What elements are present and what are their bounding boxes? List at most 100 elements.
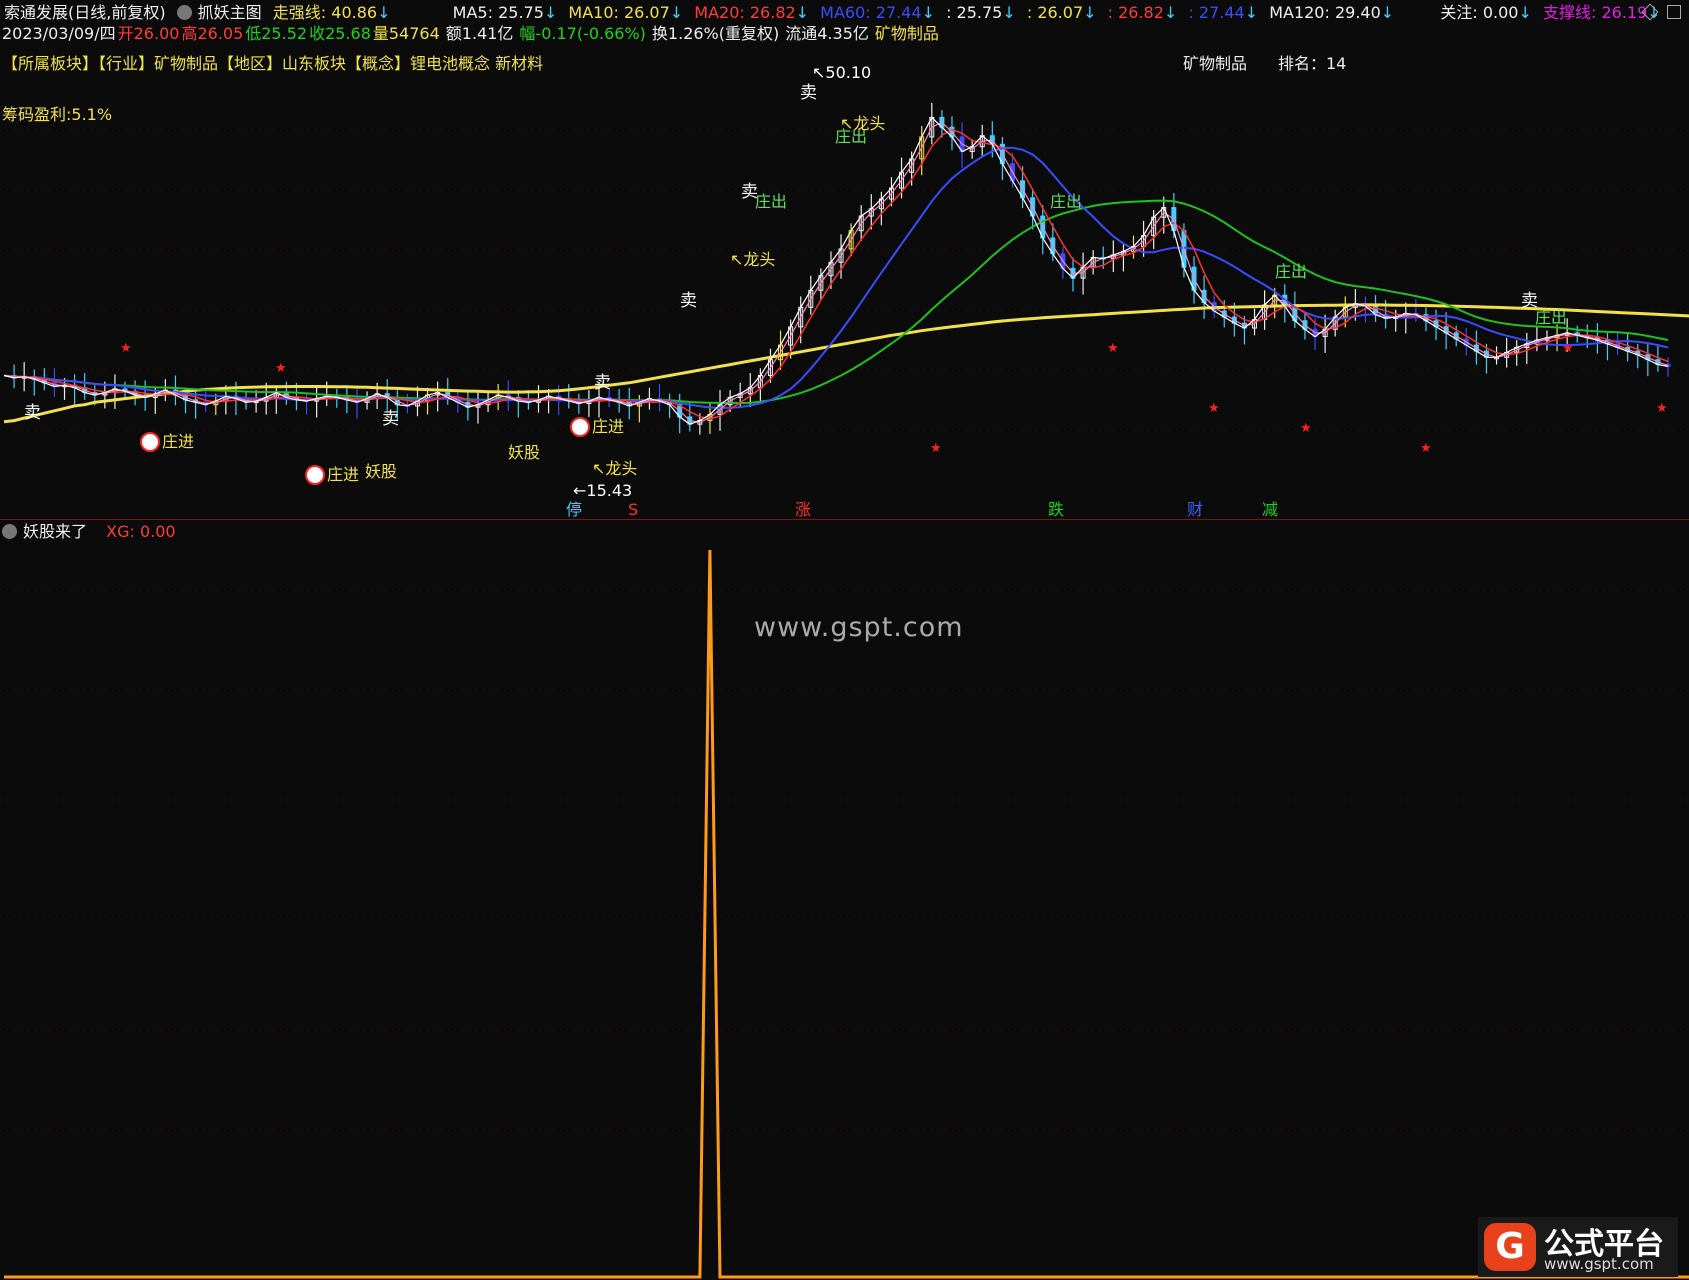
brand-logo: G 公式平台 www.gspt.com	[1478, 1217, 1678, 1277]
sub-panel-icon[interactable]	[2, 524, 17, 539]
candle-body	[364, 398, 370, 403]
candle-body	[193, 399, 199, 403]
dragon-head-label: ↖龙头	[592, 459, 637, 478]
candle-body	[1141, 235, 1147, 247]
logo-icon: G	[1484, 1223, 1536, 1271]
candle-body	[495, 394, 501, 401]
quote-volume: 量54764	[372, 24, 440, 43]
candle-body	[1100, 256, 1106, 260]
candle-body	[1171, 207, 1177, 232]
candle-body	[687, 416, 693, 425]
candle-body	[475, 404, 481, 408]
candle-body	[162, 389, 168, 395]
candle-body	[1574, 332, 1580, 336]
candle-body	[868, 208, 874, 217]
candle-body	[1393, 316, 1399, 320]
candle-body	[707, 413, 713, 422]
candle-body	[92, 392, 98, 396]
dealer-in-label: 庄进	[327, 465, 359, 484]
candle-body	[1030, 197, 1036, 217]
candle-body	[616, 399, 622, 403]
candle-body	[1524, 343, 1530, 349]
bottom-marker: 财	[1187, 500, 1203, 519]
dropdown-icon[interactable]	[176, 5, 192, 20]
candle-body	[293, 396, 299, 401]
candle-body	[667, 400, 673, 406]
candle-body	[183, 394, 189, 401]
candle-body	[767, 359, 773, 377]
candle-body	[62, 384, 68, 388]
value-4: : 27.44↓	[1188, 3, 1259, 22]
bottom-marker: S	[628, 500, 638, 519]
watermark: www.gspt.com	[754, 612, 964, 643]
candle-body	[1312, 328, 1318, 338]
star-marker: ★	[120, 341, 132, 356]
candle-body	[1110, 254, 1116, 260]
candle-body	[1262, 304, 1268, 321]
candle-body	[778, 344, 784, 361]
sell-label: 卖	[1521, 291, 1538, 311]
dealer-in-icon	[140, 432, 160, 452]
candle-body	[1040, 215, 1046, 239]
candle-body	[757, 375, 763, 389]
candle-body	[939, 116, 945, 128]
sell-label: 卖	[800, 83, 817, 103]
window-icon[interactable]	[1667, 5, 1681, 19]
candle-body	[949, 126, 955, 138]
candle-body	[253, 400, 259, 404]
candle-body	[1322, 328, 1328, 338]
candle-body	[1252, 319, 1258, 329]
candle-body	[445, 392, 451, 398]
candle-body	[1635, 350, 1641, 356]
candle-body	[888, 187, 894, 200]
candle-body	[425, 394, 431, 402]
candle-body	[1050, 237, 1056, 255]
candle-body	[1473, 344, 1479, 352]
dealer-out-label: 庄出	[835, 127, 867, 146]
candle-body	[1221, 310, 1227, 318]
star-marker: ★	[1208, 401, 1220, 416]
candle-body	[1423, 314, 1429, 322]
candle-body	[798, 306, 804, 328]
candle-body	[132, 390, 138, 396]
candle-body	[233, 395, 239, 400]
candle-body	[21, 376, 27, 379]
candle-body	[818, 275, 824, 291]
quote-turnover: 换1.26%(重复权)	[651, 24, 780, 43]
dragon-head-label: ↖龙头	[840, 114, 885, 133]
sell-label: 卖	[594, 373, 611, 393]
candle-body	[828, 261, 834, 277]
candle-body	[344, 396, 350, 401]
candle-body	[636, 401, 642, 407]
candle-body	[11, 375, 17, 379]
candle-body	[1241, 322, 1247, 329]
candle-body	[1403, 312, 1409, 318]
focus-value: 关注: 0.00↓	[1440, 3, 1532, 22]
candle-body	[455, 396, 461, 403]
star-marker: ★	[1656, 401, 1668, 416]
candle-body	[1292, 305, 1298, 322]
candle-body	[576, 400, 582, 405]
candle-body	[1120, 250, 1126, 256]
rank-label: 排名：14	[1278, 54, 1347, 73]
candle-body	[324, 395, 330, 400]
sub-panel-name[interactable]: 妖股来了	[23, 520, 87, 544]
star-marker: ★	[1562, 341, 1574, 356]
high-price-label: ↖50.10	[812, 63, 871, 82]
candle-body	[414, 400, 420, 407]
candle-body	[1625, 347, 1631, 352]
candle-body	[203, 401, 209, 406]
candle-body	[1373, 305, 1379, 316]
candle-body	[1504, 351, 1510, 358]
candle-body	[273, 392, 279, 398]
header-line-2: 2023/03/09/四 开26.00 高26.05 低25.52 收25.68 量547…	[2, 22, 945, 46]
candle-body	[1383, 314, 1389, 319]
candle-body	[788, 326, 794, 346]
value-1: : 25.75↓	[946, 3, 1016, 22]
candle-body	[1191, 266, 1197, 291]
candle-body	[334, 395, 340, 399]
candle-body	[374, 393, 380, 400]
quote-change: 幅-0.17(-0.66%)	[519, 24, 646, 43]
candle-body	[525, 400, 531, 404]
industry-label: 矿物制品	[1183, 54, 1248, 73]
